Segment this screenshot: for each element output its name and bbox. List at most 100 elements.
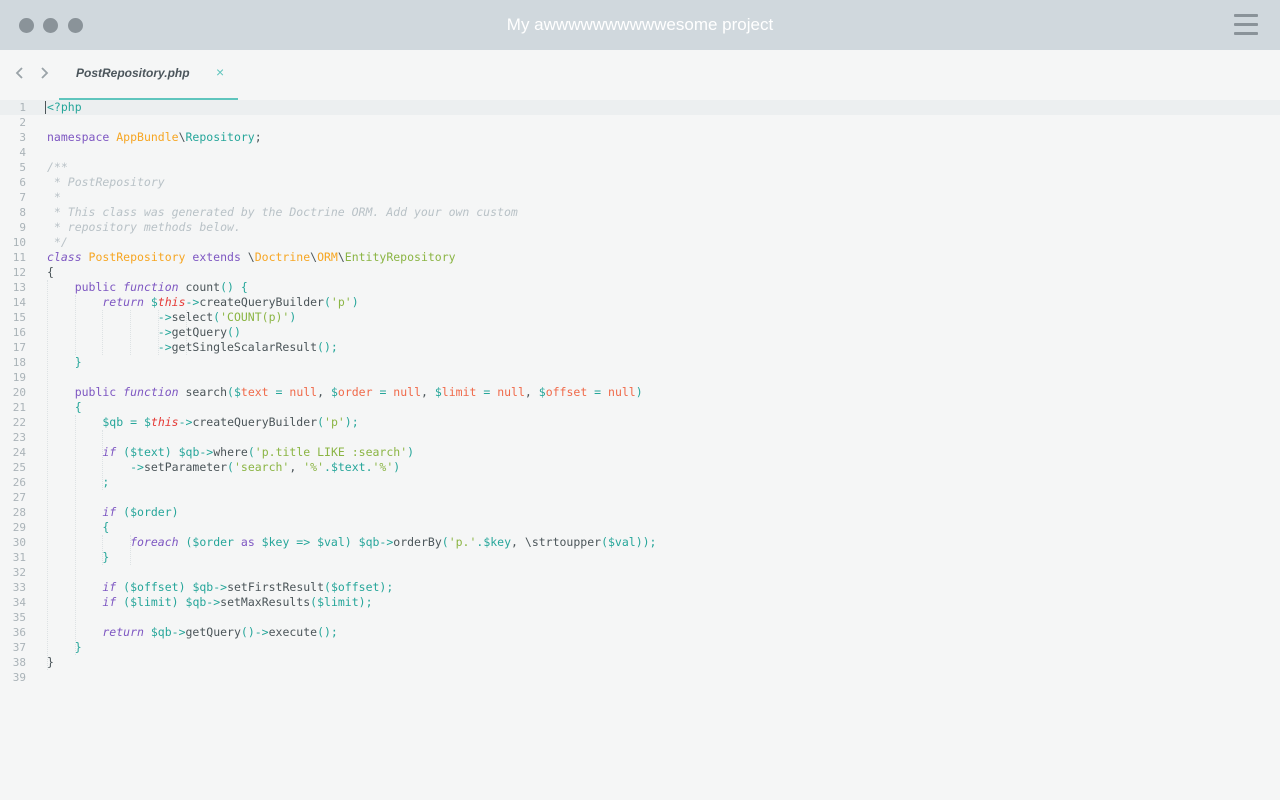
code-line[interactable]: 6 * PostRepository <box>0 175 1280 190</box>
back-arrow-icon[interactable] <box>10 63 28 83</box>
code-line[interactable]: 33 if ($offset) $qb->setFirstResult($off… <box>0 580 1280 595</box>
code-line[interactable]: 21 { <box>0 400 1280 415</box>
code-line[interactable]: 23 <box>0 430 1280 445</box>
line-number: 7 <box>19 191 26 204</box>
code-text: if ($limit) $qb->setMaxResults($limit); <box>47 595 373 610</box>
code-token: , <box>317 385 331 399</box>
code-text: } <box>47 355 82 370</box>
code-token: $ <box>150 295 158 309</box>
code-line[interactable]: 7 * <box>0 190 1280 205</box>
code-line[interactable]: 3 namespace AppBundle\Repository; <box>0 130 1280 145</box>
line-number: 30 <box>12 536 26 549</box>
code-line[interactable]: 16 ->getQuery() <box>0 325 1280 340</box>
code-line[interactable]: 12 { <box>0 265 1280 280</box>
code-token: '%' <box>372 460 394 474</box>
line-number: 39 <box>12 671 26 684</box>
code-line[interactable]: 30 foreach ($order as $key => $val) $qb-… <box>0 535 1280 550</box>
code-token: /** <box>47 160 68 174</box>
code-token: ) <box>344 535 359 549</box>
code-token: execute <box>268 625 318 639</box>
code-line[interactable]: 20 public function search($text = null, … <box>0 385 1280 400</box>
line-number: 14 <box>12 296 26 309</box>
code-token: $text <box>130 445 165 459</box>
code-token: , <box>524 385 539 399</box>
code-token: ( <box>324 580 331 594</box>
code-token: namespace <box>47 130 117 144</box>
code-token: ORM <box>317 250 338 264</box>
code-token: 'p' <box>324 415 345 429</box>
code-token: null <box>393 385 421 399</box>
code-token: $qb <box>47 415 131 429</box>
tab-postrepository[interactable]: PostRepository.php × <box>59 50 238 100</box>
code-line[interactable]: 18 } <box>0 355 1280 370</box>
code-token: createQueryBuilder <box>192 415 318 429</box>
code-line[interactable]: 36 return $qb->getQuery()->execute(); <box>0 625 1280 640</box>
code-line[interactable]: 38} <box>0 655 1280 670</box>
code-token: this <box>150 415 179 429</box>
code-token: 'p.' <box>448 535 477 549</box>
code-token: = <box>476 385 498 399</box>
code-text: } <box>47 655 54 670</box>
code-editor[interactable]: 1 <?php 2 3 namespace AppBundle\Repository; 4… <box>0 100 1280 690</box>
code-line[interactable]: 8 * This class was generated by the Doct… <box>0 205 1280 220</box>
code-text: } <box>47 640 82 655</box>
code-token: ( <box>317 415 325 429</box>
code-line[interactable]: 1 <?php <box>0 100 1280 115</box>
code-line[interactable]: 35 <box>0 610 1280 625</box>
forward-arrow-icon[interactable] <box>36 63 54 83</box>
code-token: $qb <box>150 625 172 639</box>
code-line[interactable]: 34 if ($limit) $qb->setMaxResults($limit… <box>0 595 1280 610</box>
code-token: (); <box>317 340 338 354</box>
line-number: 17 <box>12 341 26 354</box>
code-line[interactable]: 22 $qb = $this->createQueryBuilder('p'); <box>0 415 1280 430</box>
code-token: PostRepository <box>88 250 193 264</box>
code-text: { <box>47 400 82 415</box>
code-token: $val <box>317 535 345 549</box>
code-line[interactable]: 2 <box>0 115 1280 130</box>
code-token: function <box>123 385 186 399</box>
code-line[interactable]: 32 <box>0 565 1280 580</box>
code-token: ()-> <box>240 625 269 639</box>
code-line[interactable]: 17 ->getSingleScalarResult(); <box>0 340 1280 355</box>
indent-guide <box>75 415 76 655</box>
code-line[interactable]: 39 <box>0 670 1280 685</box>
code-line[interactable]: 26 ; <box>0 475 1280 490</box>
code-line[interactable]: 15 ->select('COUNT(p)') <box>0 310 1280 325</box>
code-line[interactable]: 5 /** <box>0 160 1280 175</box>
code-line[interactable]: 11 class PostRepository extends \Doctrine… <box>0 250 1280 265</box>
code-token: ); <box>358 595 373 609</box>
code-line[interactable]: 37 } <box>0 640 1280 655</box>
code-token: ) <box>351 295 359 309</box>
code-line[interactable]: 25 ->setParameter('search', '%'.$text.'%… <box>0 460 1280 475</box>
code-line[interactable]: 13 public function count() { <box>0 280 1280 295</box>
hamburger-menu-icon[interactable] <box>1234 14 1258 36</box>
code-token: * This class was generated by the Doctri… <box>47 205 518 219</box>
code-token: EntityRepository <box>344 250 456 264</box>
code-token: setFirstResult <box>227 580 325 594</box>
code-token: $qb <box>178 445 200 459</box>
code-token: ( <box>601 535 608 549</box>
code-line[interactable]: 9 * repository methods below. <box>0 220 1280 235</box>
code-line[interactable]: 31 } <box>0 550 1280 565</box>
code-token: \ <box>247 250 255 264</box>
code-line[interactable]: 14 return $this->createQueryBuilder('p') <box>0 295 1280 310</box>
code-line[interactable]: 29 { <box>0 520 1280 535</box>
code-line[interactable]: 28 if ($order) <box>0 505 1280 520</box>
code-line[interactable]: 19 <box>0 370 1280 385</box>
line-number: 24 <box>12 446 26 459</box>
code-line[interactable]: 27 <box>0 490 1280 505</box>
close-tab-icon[interactable]: × <box>216 64 224 80</box>
code-token: limit <box>441 385 477 399</box>
code-line[interactable]: 4 <box>0 145 1280 160</box>
code-token: (); <box>317 625 338 639</box>
code-token: $order <box>130 505 172 519</box>
code-line[interactable]: 24 if ($text) $qb->where('p.title LIKE :… <box>0 445 1280 460</box>
code-token: -> <box>206 595 221 609</box>
code-text: * repository methods below. <box>47 220 241 235</box>
code-token: text <box>240 385 269 399</box>
code-text: public function search($text = null, $or… <box>47 385 643 400</box>
code-line[interactable]: 10 */ <box>0 235 1280 250</box>
indent-guide <box>75 295 76 355</box>
code-token: getSingleScalarResult <box>171 340 318 354</box>
code-token: * repository methods below. <box>47 220 241 234</box>
